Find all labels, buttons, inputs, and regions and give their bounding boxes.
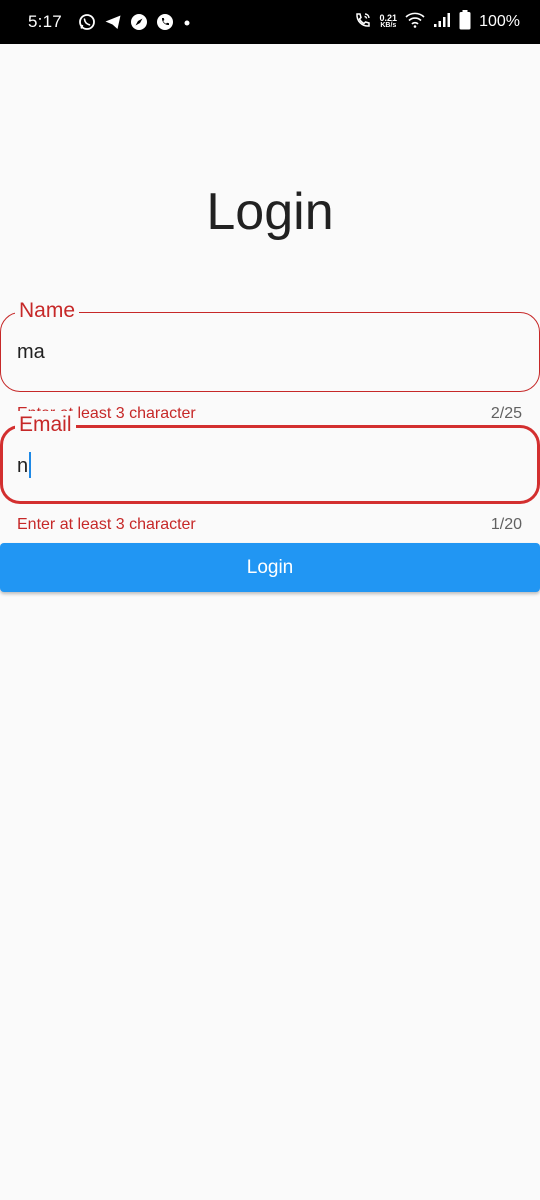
compass-icon bbox=[130, 13, 148, 31]
login-button-label: Login bbox=[246, 556, 294, 578]
email-field[interactable]: Email n bbox=[0, 411, 540, 504]
network-speed: 0.21 KB/s bbox=[380, 14, 398, 30]
phone-icon bbox=[156, 13, 174, 31]
email-field-label: Email bbox=[15, 411, 76, 439]
email-field-text: n bbox=[17, 455, 29, 477]
network-speed-unit: KB/s bbox=[380, 22, 397, 29]
login-screen: 5:17 0.21 KB/s 100% Login Name ma Enter … bbox=[0, 0, 540, 1200]
wifi-icon bbox=[405, 12, 425, 33]
telegram-icon bbox=[104, 13, 122, 31]
name-char-counter: 2/25 bbox=[490, 405, 522, 422]
battery-percent: 100% bbox=[479, 13, 520, 30]
network-speed-value: 0.21 bbox=[379, 13, 398, 23]
email-char-counter: 1/20 bbox=[490, 516, 522, 533]
email-field-value[interactable]: n bbox=[17, 452, 32, 478]
page-title: Login bbox=[206, 183, 334, 241]
system-icons: 0.21 KB/s 100% bbox=[354, 9, 520, 35]
wifi-calling-icon bbox=[354, 11, 372, 34]
dot-icon bbox=[182, 13, 192, 31]
login-button[interactable]: Login bbox=[0, 543, 540, 592]
status-time: 5:17 bbox=[28, 12, 62, 31]
name-field[interactable]: Name ma bbox=[0, 297, 540, 392]
name-field-value[interactable]: ma bbox=[17, 341, 45, 364]
notification-icons bbox=[78, 13, 192, 31]
text-cursor bbox=[29, 452, 32, 478]
name-field-label: Name bbox=[15, 297, 80, 325]
status-bar: 5:17 0.21 KB/s 100% bbox=[0, 0, 540, 44]
battery-icon bbox=[459, 9, 471, 35]
email-error-text: Enter at least 3 character bbox=[17, 516, 196, 533]
signal-icon bbox=[433, 12, 451, 33]
whatsapp-icon bbox=[78, 13, 96, 31]
